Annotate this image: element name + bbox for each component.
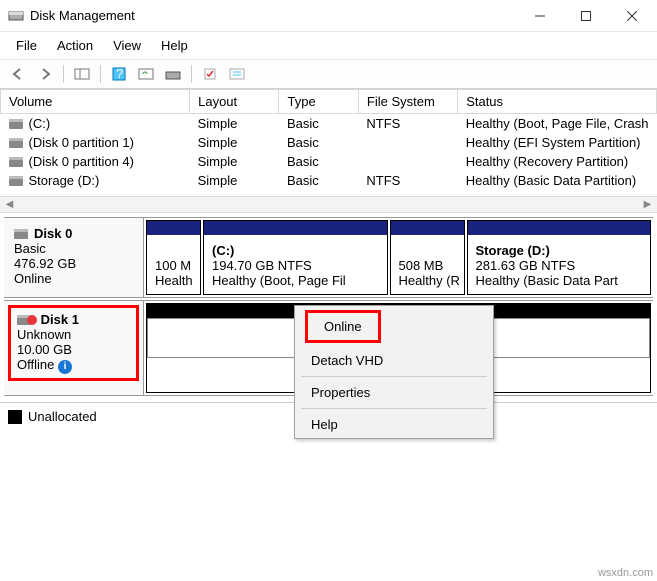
maximize-button[interactable] <box>563 1 609 31</box>
action-list-button[interactable] <box>198 63 222 85</box>
col-type[interactable]: Type <box>279 90 358 114</box>
horizontal-scrollbar[interactable]: ◀ ▶ <box>0 196 657 213</box>
menu-item-properties[interactable]: Properties <box>295 379 493 406</box>
scroll-right-icon[interactable]: ▶ <box>640 199 655 210</box>
info-icon[interactable]: i <box>58 360 72 374</box>
col-layout[interactable]: Layout <box>190 90 279 114</box>
scroll-left-icon[interactable]: ◀ <box>2 199 17 210</box>
menu-view[interactable]: View <box>103 34 151 57</box>
title-bar: Disk Management <box>0 0 657 32</box>
partition[interactable]: 508 MBHealthy (R <box>390 220 465 295</box>
volume-icon <box>9 176 23 186</box>
toolbar: ? <box>0 60 657 89</box>
volume-icon <box>9 119 23 129</box>
table-row[interactable]: (C:) Simple Basic NTFS Healthy (Boot, Pa… <box>1 114 657 134</box>
menu-item-help[interactable]: Help <box>295 411 493 438</box>
back-button[interactable] <box>6 63 30 85</box>
disk-icon <box>14 229 28 239</box>
volume-table: Volume Layout Type File System Status (C… <box>0 89 657 190</box>
show-hide-tree-button[interactable] <box>70 63 94 85</box>
minimize-button[interactable] <box>517 1 563 31</box>
disk-row-1: Disk 1 Unknown 10.00 GB Offline i Online… <box>4 300 653 396</box>
legend-label: Unallocated <box>28 409 97 424</box>
col-status[interactable]: Status <box>458 90 657 114</box>
table-row[interactable]: Storage (D:) Simple Basic NTFS Healthy (… <box>1 171 657 190</box>
partition-c[interactable]: (C:)194.70 GB NTFSHealthy (Boot, Page Fi… <box>203 220 388 295</box>
settings-button[interactable] <box>225 63 249 85</box>
menu-bar: File Action View Help <box>0 32 657 60</box>
disk0-header[interactable]: Disk 0 Basic 476.92 GB Online <box>4 218 144 297</box>
col-fs[interactable]: File System <box>358 90 457 114</box>
volume-icon <box>9 157 23 167</box>
disk-row-0: Disk 0 Basic 476.92 GB Online 100 MHealt… <box>4 217 653 298</box>
legend-swatch-unallocated <box>8 410 22 424</box>
disk1-header[interactable]: Disk 1 Unknown 10.00 GB Offline i <box>4 301 144 395</box>
col-volume[interactable]: Volume <box>1 90 190 114</box>
table-row[interactable]: (Disk 0 partition 1) Simple Basic Health… <box>1 133 657 152</box>
help-button[interactable]: ? <box>107 63 131 85</box>
menu-item-detach-vhd[interactable]: Detach VHD <box>295 347 493 374</box>
rescan-button[interactable] <box>161 63 185 85</box>
app-icon <box>8 6 24 25</box>
menu-action[interactable]: Action <box>47 34 103 57</box>
menu-item-online[interactable]: Online <box>324 319 362 334</box>
menu-help[interactable]: Help <box>151 34 198 57</box>
close-button[interactable] <box>609 1 655 31</box>
volume-icon <box>9 138 23 148</box>
svg-text:?: ? <box>116 67 123 81</box>
watermark: wsxdn.com <box>598 567 653 579</box>
menu-separator <box>301 376 487 377</box>
table-row[interactable]: (Disk 0 partition 4) Simple Basic Health… <box>1 152 657 171</box>
disk1-highlight: Disk 1 Unknown 10.00 GB Offline i <box>8 305 139 381</box>
menu-file[interactable]: File <box>6 34 47 57</box>
error-badge-icon <box>27 315 37 325</box>
partition[interactable]: 100 MHealth <box>146 220 201 295</box>
refresh-button[interactable] <box>134 63 158 85</box>
forward-button[interactable] <box>33 63 57 85</box>
window-title: Disk Management <box>30 8 517 23</box>
partition-d[interactable]: Storage (D:)281.63 GB NTFSHealthy (Basic… <box>467 220 652 295</box>
context-menu: Online Detach VHD Properties Help <box>294 305 494 439</box>
menu-online-highlight: Online <box>305 310 381 343</box>
menu-separator <box>301 408 487 409</box>
